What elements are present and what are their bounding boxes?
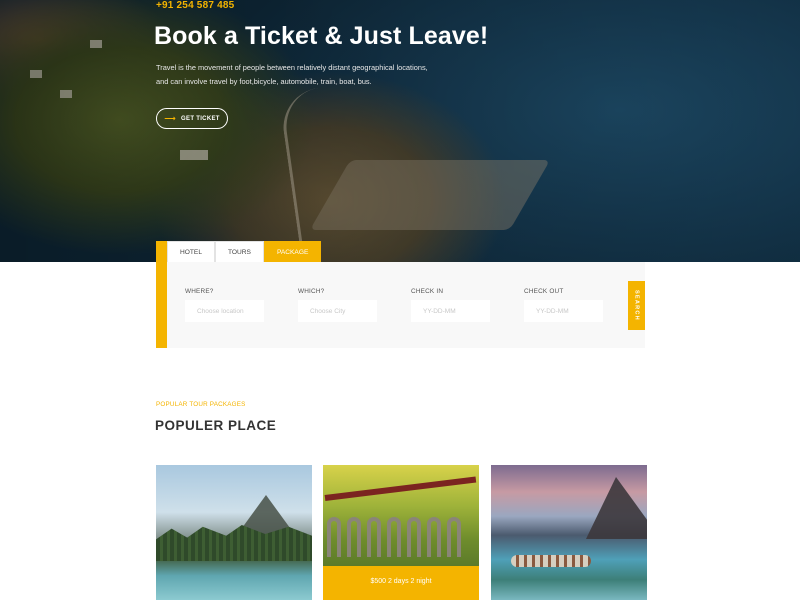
where-input[interactable] — [185, 300, 264, 322]
section-kicker: POPULAR TOUR PACKAGES — [156, 401, 246, 408]
train-viaduct-photo — [324, 476, 477, 557]
village-decoration — [511, 555, 591, 567]
check-out-input[interactable] — [524, 300, 603, 322]
section-title: POPULER PLACE — [155, 418, 277, 433]
tab-package[interactable]: PACKAGE — [263, 241, 322, 262]
viaduct-arch — [347, 517, 361, 557]
forest-decoration — [156, 525, 312, 561]
check-in-label: CHECK IN — [411, 288, 444, 295]
contact-phone[interactable]: +91 254 587 485 — [156, 0, 234, 11]
which-label: WHICH? — [298, 288, 325, 295]
where-label: WHERE? — [185, 288, 214, 295]
viaduct-arch — [447, 517, 461, 557]
viaduct-arch — [387, 517, 401, 557]
search-panel: WHERE? WHICH? CHECK IN CHECK OUT SEARCH — [156, 262, 645, 348]
card-price-caption: $500 2 days 2 night — [370, 577, 432, 585]
place-card-fjord-village[interactable] — [491, 465, 647, 600]
place-card-mountain-lake[interactable] — [156, 465, 312, 600]
hero-title: Book a Ticket & Just Leave! — [154, 22, 489, 50]
fjord-village-photo — [586, 477, 647, 539]
tab-tours[interactable]: TOURS — [214, 241, 264, 262]
arrow-right-icon: ⟶ — [164, 113, 177, 123]
check-in-input[interactable] — [411, 300, 490, 322]
viaduct-arch — [427, 517, 441, 557]
place-card-train-viaduct[interactable]: $500 2 days 2 night — [323, 465, 479, 600]
viaduct-arch — [327, 517, 341, 557]
tabs-accent-edge — [156, 241, 167, 262]
check-out-label: CHECK OUT — [524, 288, 564, 295]
search-button-label: SEARCH — [633, 290, 640, 321]
train-decoration — [324, 476, 477, 501]
viaduct-arch — [367, 517, 381, 557]
tab-hotel[interactable]: HOTEL — [167, 241, 215, 262]
viaduct-arch — [407, 517, 421, 557]
get-ticket-button[interactable]: ⟶ GET TICKET — [156, 108, 228, 129]
which-input[interactable] — [298, 300, 377, 322]
hero-banner: +91 254 587 485 Book a Ticket & Just Lea… — [0, 0, 800, 262]
get-ticket-label: GET TICKET — [181, 115, 220, 122]
booking-tabs: HOTEL TOURS PACKAGE — [156, 241, 322, 262]
hero-description: Travel is the movement of people between… — [156, 63, 428, 86]
search-panel-accent-bar — [156, 262, 167, 348]
search-button[interactable]: SEARCH — [628, 281, 645, 330]
